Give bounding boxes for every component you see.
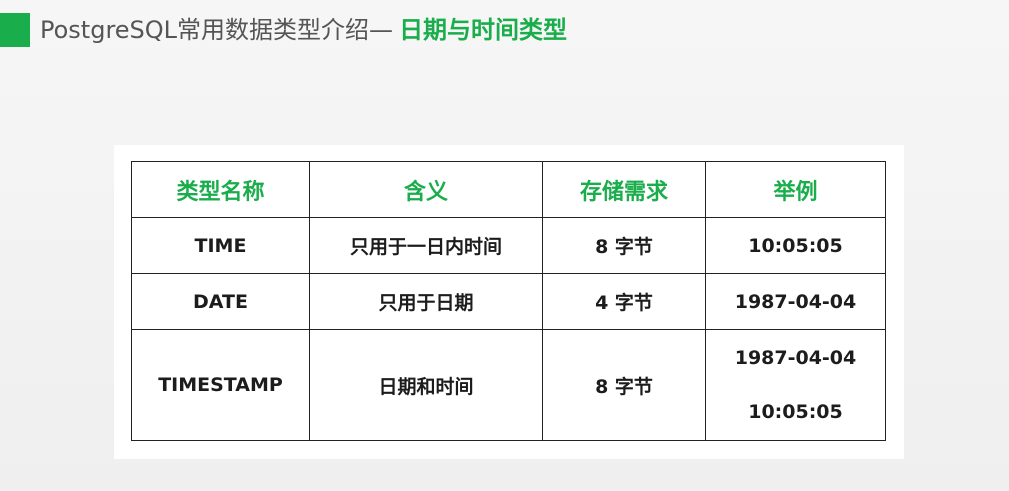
cell-example: 1987-04-04 bbox=[705, 273, 886, 330]
header-storage: 存储需求 bbox=[542, 161, 706, 218]
cell-meaning: 只用于日期 bbox=[309, 273, 543, 330]
cell-meaning: 只用于一日内时间 bbox=[309, 217, 543, 274]
title-plain-text: PostgreSQL常用数据类型介绍— bbox=[40, 16, 394, 44]
table-panel: 类型名称 含义 存储需求 举例 TIME 只用于一日内时间 8 字节 10:05… bbox=[114, 145, 904, 459]
cell-meaning: 日期和时间 bbox=[309, 329, 543, 441]
slide: PostgreSQL常用数据类型介绍— 日期与时间类型 类型名称 含义 存储需求 … bbox=[0, 0, 1009, 491]
table-row-timestamp: TIMESTAMP 日期和时间 8 字节 1987-04-04 10:05:05 bbox=[131, 329, 886, 441]
cell-type-name: TIMESTAMP bbox=[131, 329, 310, 441]
cell-storage: 8 字节 bbox=[542, 217, 706, 274]
slide-title: PostgreSQL常用数据类型介绍— 日期与时间类型 bbox=[40, 12, 567, 48]
cell-type-name: TIME bbox=[131, 217, 310, 274]
example-date-line: 1987-04-04 bbox=[734, 347, 857, 369]
cell-type-name: DATE bbox=[131, 273, 310, 330]
datetime-types-table: 类型名称 含义 存储需求 举例 TIME 只用于一日内时间 8 字节 10:05… bbox=[131, 161, 886, 441]
cell-example: 10:05:05 bbox=[705, 217, 886, 274]
cell-example: 1987-04-04 10:05:05 bbox=[705, 329, 886, 441]
header-example: 举例 bbox=[705, 161, 886, 218]
title-accent-bar bbox=[0, 13, 30, 47]
header-type-name: 类型名称 bbox=[131, 161, 310, 218]
cell-storage: 8 字节 bbox=[542, 329, 706, 441]
example-time-line: 10:05:05 bbox=[748, 401, 843, 423]
table-header-row: 类型名称 含义 存储需求 举例 bbox=[131, 161, 886, 218]
table-row-date: DATE 只用于日期 4 字节 1987-04-04 bbox=[131, 273, 886, 330]
header-meaning: 含义 bbox=[309, 161, 543, 218]
title-highlight-text: 日期与时间类型 bbox=[399, 16, 568, 44]
cell-storage: 4 字节 bbox=[542, 273, 706, 330]
table-row-time: TIME 只用于一日内时间 8 字节 10:05:05 bbox=[131, 217, 886, 274]
